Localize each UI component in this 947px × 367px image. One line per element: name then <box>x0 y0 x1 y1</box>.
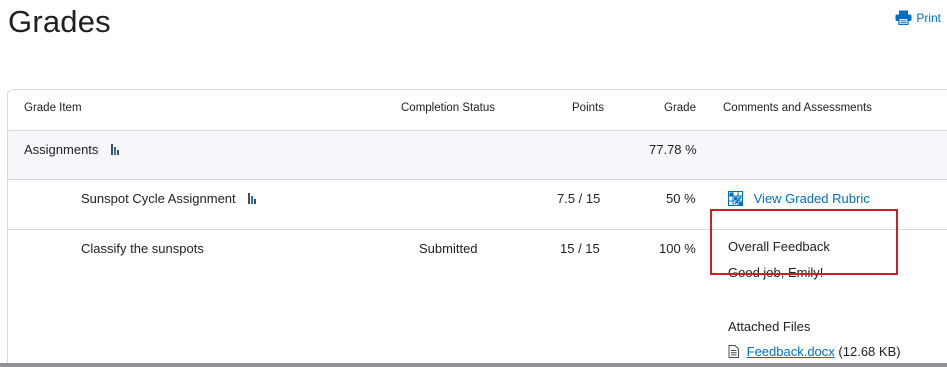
header-completion-status: Completion Status <box>401 102 495 114</box>
item-name: Classify the sunspots <box>81 241 204 256</box>
item-points: 7.5 / 15 <box>557 191 601 206</box>
table-header-row: Grade Item Completion Status Points Grad… <box>8 90 947 130</box>
item-grade: 50 % <box>666 191 696 206</box>
attached-files-heading: Attached Files <box>728 319 811 334</box>
print-button[interactable]: Print <box>895 10 941 25</box>
item-name: Sunspot Cycle Assignment <box>81 191 236 206</box>
item-points: 15 / 15 <box>560 241 600 256</box>
view-graded-rubric-link[interactable]: View Graded Rubric <box>728 191 870 209</box>
header-grade-item: Grade Item <box>24 102 82 114</box>
file-size: (12.68 KB) <box>838 344 901 359</box>
print-label: Print <box>916 10 941 25</box>
bottom-divider <box>0 363 947 367</box>
rubric-link-label: View Graded Rubric <box>753 191 870 206</box>
item-name-cell: Sunspot Cycle Assignment <box>81 191 257 206</box>
table-row-group: Assignments 77.78 % <box>8 130 947 179</box>
feedback-file-link[interactable]: Feedback.docx <box>747 344 835 359</box>
page-title: Grades <box>8 4 111 39</box>
header-points: Points <box>572 102 604 114</box>
grades-page: Grades Print Grade Item Completion Statu… <box>0 0 947 367</box>
stats-icon[interactable] <box>248 192 257 204</box>
attached-file-entry: Feedback.docx (12.68 KB) <box>728 344 901 361</box>
printer-icon <box>895 10 912 25</box>
stats-icon[interactable] <box>111 143 120 155</box>
group-name-cell: Assignments <box>24 142 120 157</box>
attached-files-highlight <box>710 209 898 275</box>
group-grade: 77.78 % <box>649 142 697 157</box>
header-grade: Grade <box>664 102 696 114</box>
item-status: Submitted <box>419 241 478 256</box>
group-name: Assignments <box>24 142 99 157</box>
rubric-icon <box>728 191 743 209</box>
item-grade: 100 % <box>659 241 696 256</box>
header-comments: Comments and Assessments <box>723 102 872 114</box>
document-icon <box>728 345 739 361</box>
